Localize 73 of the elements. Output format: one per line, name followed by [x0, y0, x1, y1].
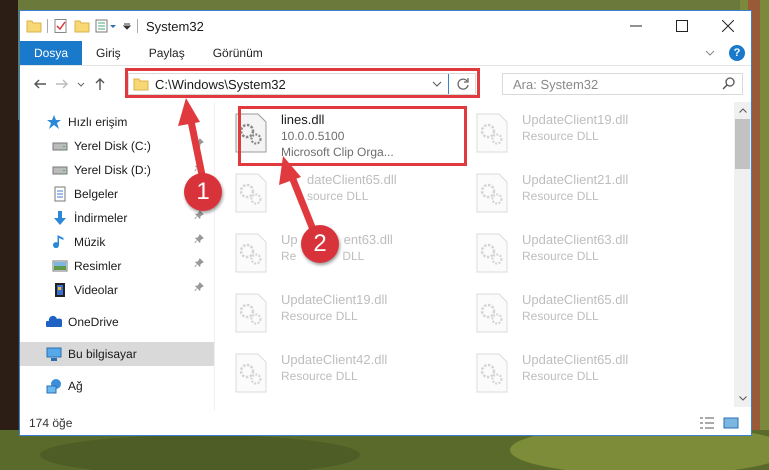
minimize-icon — [630, 25, 642, 27]
sidebar-item[interactable]: Müzik — [20, 230, 214, 254]
drive-icon — [52, 142, 68, 150]
file-name: UpdateClient21.dll — [522, 172, 628, 187]
ribbon-tab[interactable]: Giriş — [82, 41, 135, 65]
network-icon — [46, 378, 62, 394]
scroll-up-icon[interactable] — [738, 108, 746, 113]
file-detail: Microsoft Clip Orga... — [281, 145, 394, 159]
file-name: UpdateClient65.dll — [522, 352, 628, 367]
pin-icon[interactable] — [194, 210, 204, 220]
ribbon-tab[interactable]: Görünüm — [198, 41, 277, 65]
large-icons-view-icon[interactable] — [723, 415, 739, 431]
sidebar-item[interactable]: Hızlı erişim — [20, 110, 214, 134]
address-path: C:\Windows\System32 — [155, 76, 287, 92]
checklist-icon[interactable] — [53, 18, 69, 34]
sidebar-item[interactable]: Bu bilgisayar — [20, 342, 214, 366]
sidebar-item[interactable]: Yerel Disk (C:) — [20, 134, 214, 158]
pin-icon[interactable] — [194, 258, 204, 268]
file-detail: Resource DLL — [522, 129, 599, 143]
file-detail: Resource DLL — [522, 249, 599, 263]
dropdown-icon[interactable] — [432, 79, 442, 89]
ribbon-tab[interactable]: Paylaş — [134, 41, 199, 65]
pin-icon[interactable] — [194, 282, 204, 292]
file-detail: DLL — [342, 249, 364, 263]
file-detail: source DLL — [307, 189, 368, 203]
chevron-icon[interactable] — [705, 48, 715, 58]
close-icon — [722, 20, 734, 32]
star-icon — [46, 114, 62, 130]
refresh-icon[interactable] — [455, 76, 471, 92]
file-name: ent63.dll — [344, 232, 393, 247]
download-icon — [52, 210, 68, 226]
sidebar-item[interactable]: Ağ — [20, 374, 214, 398]
scrollbar[interactable] — [734, 102, 751, 407]
properties-icon[interactable] — [95, 18, 117, 34]
file-detail: 10.0.0.5100 — [281, 129, 344, 143]
details-view-icon[interactable] — [699, 415, 715, 431]
folder-icon — [133, 76, 149, 92]
drive-icon — [52, 166, 68, 174]
computer-icon — [46, 346, 62, 362]
video-icon — [52, 282, 68, 298]
file-detail: Resource DLL — [522, 309, 599, 323]
help-button[interactable]: ? — [729, 45, 745, 61]
file-name: UpdateClient65.dll — [522, 292, 628, 307]
ribbon-tab[interactable]: Dosya — [20, 41, 82, 65]
file-name: UpdateClient42.dll — [281, 352, 388, 367]
document-icon — [52, 186, 68, 202]
dropdown-icon[interactable] — [122, 21, 132, 31]
sidebar-item[interactable]: Videolar — [20, 278, 214, 302]
file-detail: Resource DLL — [522, 189, 599, 203]
window-title: System32 — [146, 18, 204, 34]
image-icon — [52, 258, 68, 274]
pin-icon[interactable] — [194, 234, 204, 244]
dll-file-icon[interactable] — [235, 113, 267, 153]
sidebar-item[interactable]: OneDrive — [20, 310, 214, 334]
cloud-icon — [46, 314, 62, 330]
search-field[interactable]: Ara: System32 — [502, 73, 743, 95]
file-detail: Resource DLL — [281, 309, 358, 323]
file-name: Up — [281, 232, 298, 247]
sidebar-item[interactable]: Resimler — [20, 254, 214, 278]
sidebar-item[interactable]: Belgeler — [20, 182, 122, 206]
maximize-icon — [676, 20, 688, 32]
scroll-down-icon[interactable] — [738, 396, 746, 401]
scroll-thumb[interactable] — [735, 119, 750, 169]
file-name: UpdateClient19.dll — [522, 112, 628, 127]
search-icon[interactable] — [721, 76, 737, 92]
file-name: lines.dll — [281, 112, 324, 127]
file-detail: Re — [281, 249, 296, 263]
file-name: UpdateClient63.dll — [522, 232, 628, 247]
file-name: UpdateClient19.dll — [281, 292, 388, 307]
file-detail: Resource DLL — [522, 369, 599, 383]
item-count: 174 öğe — [29, 416, 72, 430]
file-name: dateClient65.dll — [307, 172, 397, 187]
file-detail: Resource DLL — [281, 369, 358, 383]
